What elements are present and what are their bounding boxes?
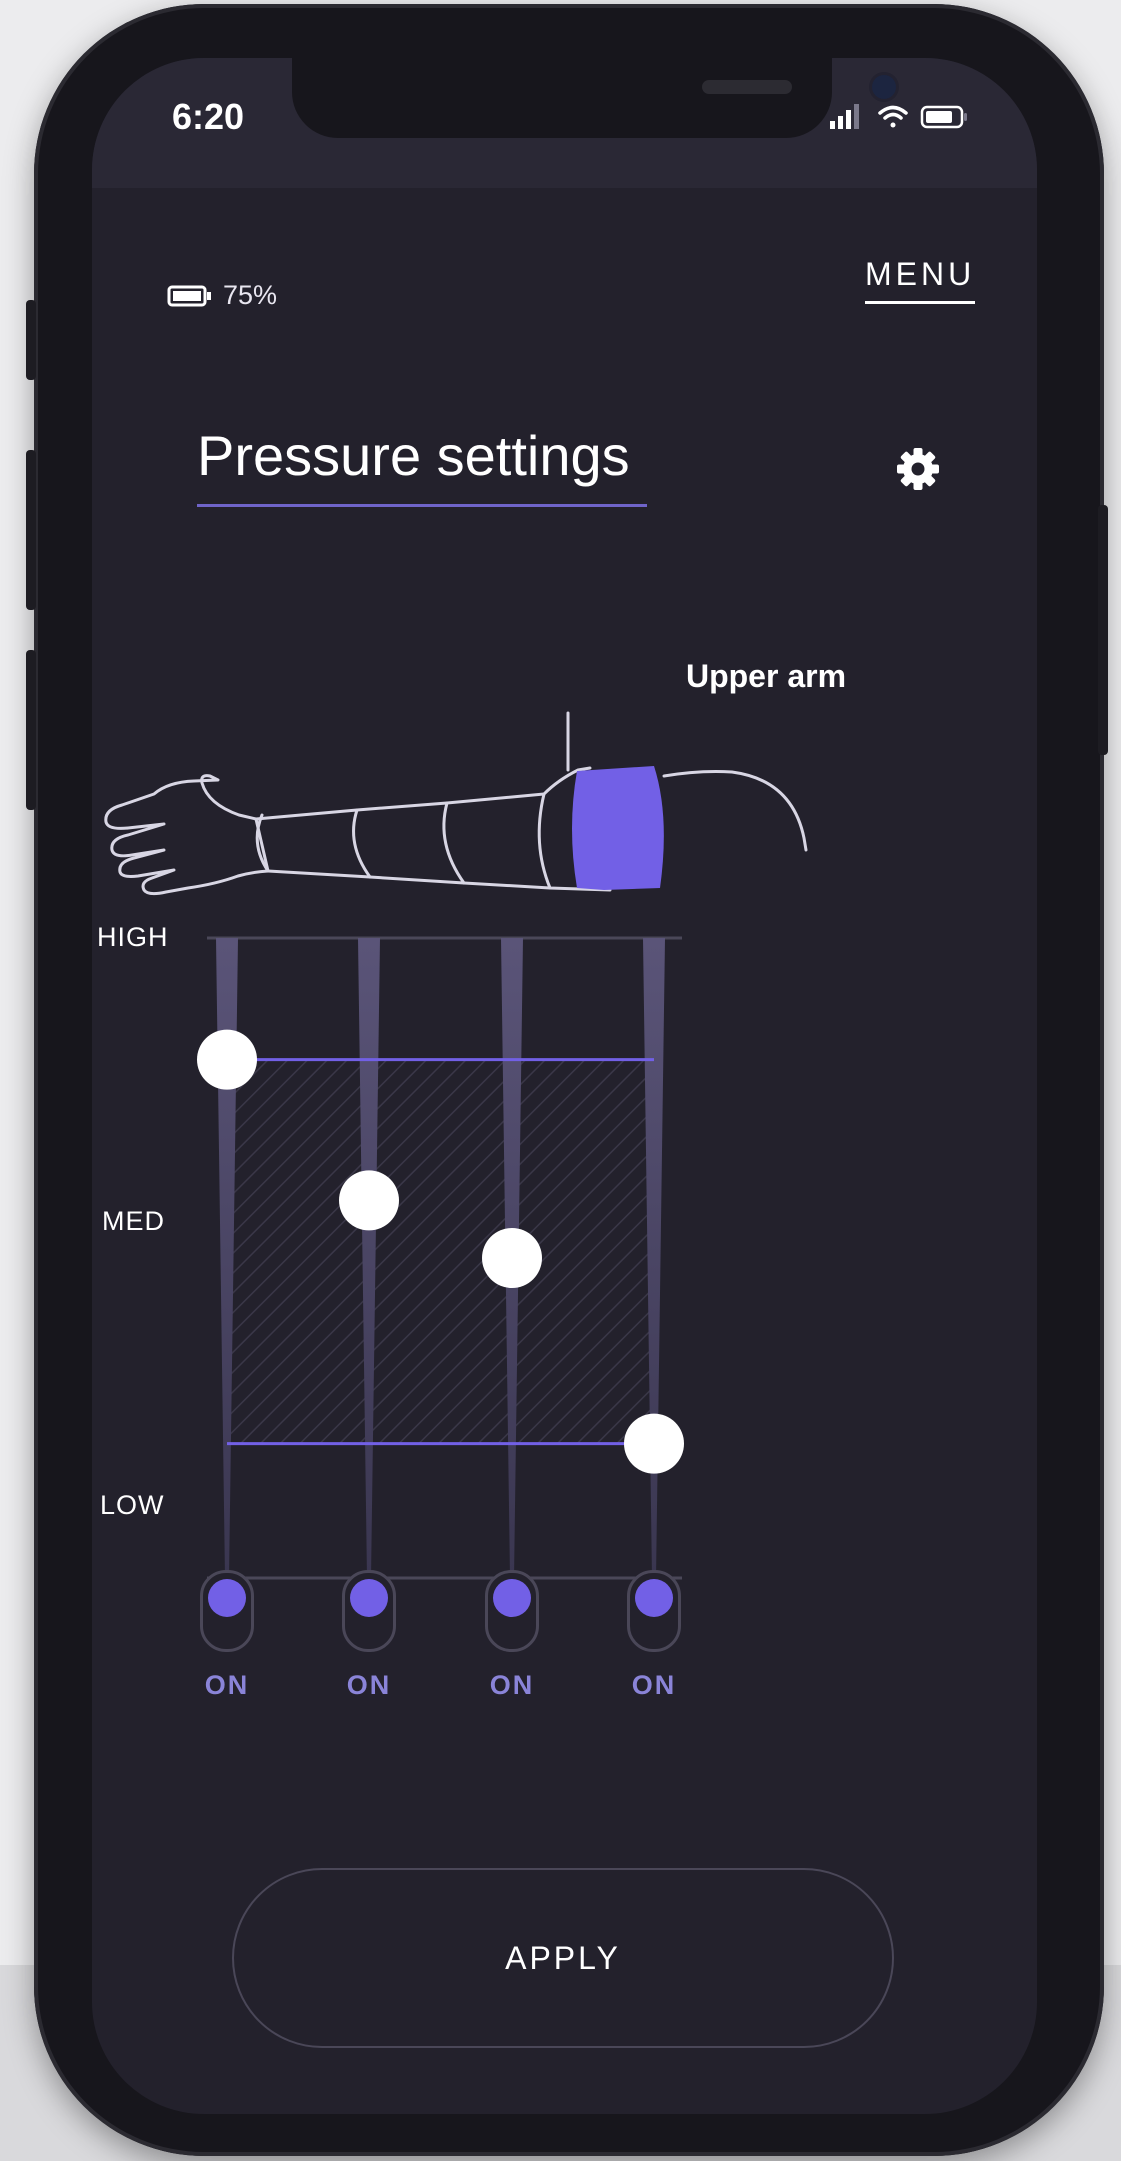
toggle-label: ON	[346, 1670, 392, 1700]
phone-side-button	[26, 450, 36, 610]
front-camera	[872, 75, 896, 99]
toggle-switch[interactable]	[485, 1570, 539, 1652]
segment-divider	[537, 792, 552, 890]
arm-illustration	[104, 711, 808, 896]
upper-arm-zone-highlighted	[572, 766, 664, 890]
phone-notch	[292, 58, 896, 138]
phone-side-button	[26, 300, 36, 380]
toggle-label: ON	[631, 1670, 677, 1700]
zone-toggle-1[interactable]: ON	[177, 1570, 277, 1701]
pressure-range-area	[227, 1059, 654, 1444]
zone-toggle-2[interactable]: ON	[319, 1570, 419, 1701]
toggle-switch[interactable]	[342, 1570, 396, 1652]
toggle-knob	[635, 1579, 673, 1617]
slider-handle-3[interactable]	[482, 1228, 542, 1288]
battery-percentage: 75%	[223, 280, 278, 310]
zone-toggle-3[interactable]: ON	[462, 1570, 562, 1701]
wifi-icon	[878, 105, 908, 128]
forearm-lower-outline	[266, 869, 612, 892]
toggle-knob	[208, 1579, 246, 1617]
speaker-grille	[702, 80, 792, 94]
slider-handle-1[interactable]	[197, 1029, 257, 1090]
pressure-chart	[197, 936, 684, 1580]
battery-icon	[920, 105, 967, 129]
toggle-knob	[493, 1579, 531, 1617]
segment-divider	[442, 801, 466, 885]
segment-divider	[352, 808, 372, 879]
page-title: Pressure settings	[197, 423, 647, 507]
phone-screen: 6:20 75% MENU Pressure settings Upper ar…	[92, 58, 1037, 2114]
menu-button[interactable]: MENU	[865, 256, 975, 304]
phone-side-button	[26, 650, 36, 810]
zone-toggle-4[interactable]: ON	[604, 1570, 704, 1701]
toggle-switch[interactable]	[200, 1570, 254, 1652]
hand-outline	[104, 774, 270, 896]
selected-zone-label: Upper arm	[685, 658, 847, 694]
toggle-label: ON	[489, 1670, 535, 1700]
toggle-label: ON	[204, 1670, 250, 1700]
device-battery: 75%	[167, 280, 277, 311]
slider-handle-4[interactable]	[624, 1413, 684, 1474]
shoulder-outline	[662, 770, 808, 852]
gear-icon[interactable]	[892, 443, 944, 495]
toggle-knob	[350, 1579, 388, 1617]
toggle-switch[interactable]	[627, 1570, 681, 1652]
apply-button[interactable]: APPLY	[232, 1868, 894, 2048]
battery-icon	[167, 285, 211, 306]
status-icons	[830, 104, 967, 129]
phone-side-button	[1098, 505, 1108, 755]
slider-handle-2[interactable]	[339, 1170, 399, 1231]
signal-icon	[830, 104, 859, 129]
status-time: 6:20	[172, 96, 245, 137]
